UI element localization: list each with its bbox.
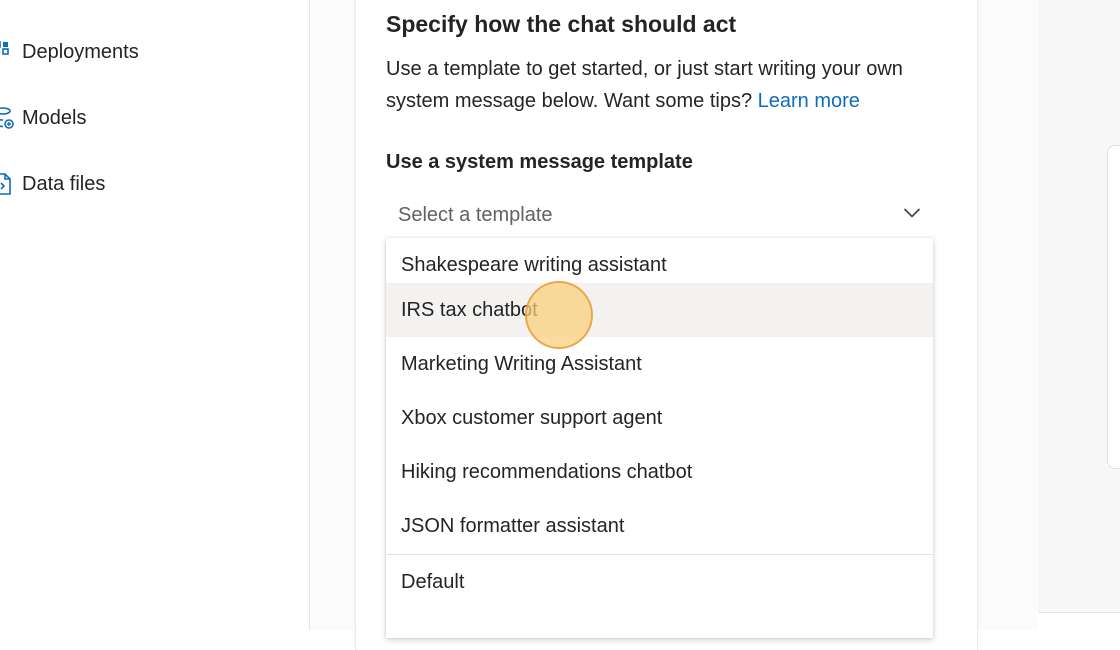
template-option-label: Marketing Writing Assistant [401,353,642,375]
sidebar-item-label: Models [22,107,87,129]
template-field-label: Use a system message template [386,151,693,173]
template-options-listbox: Shakespeare writing assistant IRS tax ch… [386,238,933,638]
system-message-card: Specify how the chat should act Use a te… [355,0,978,650]
section-description: Use a template to get started, or just s… [386,53,946,117]
template-option-label: IRS tax chatbot [401,299,538,321]
sidebar-item-label: Data files [22,173,106,195]
right-panel-card [1107,145,1120,469]
template-option-label: Xbox customer support agent [401,407,663,429]
template-option-label: Hiking recommendations chatbot [401,461,693,483]
chevron-down-icon [903,208,921,218]
section-title: Specify how the chat should act [386,11,737,37]
template-option[interactable]: Hiking recommendations chatbot [386,445,933,499]
template-option-label: Default [401,571,465,593]
learn-more-link[interactable]: Learn more [758,90,860,112]
template-option[interactable]: Xbox customer support agent [386,391,933,445]
deployments-icon [0,41,9,55]
template-dropdown[interactable]: Select a template [386,192,933,239]
template-option[interactable]: Marketing Writing Assistant [386,337,933,391]
template-option-label: JSON formatter assistant [401,515,625,537]
data-files-icon [0,173,11,195]
right-panel-footer [1038,612,1120,631]
template-option-default[interactable]: Default [386,555,933,609]
models-icon [0,107,14,129]
sidebar-item-label: Deployments [22,41,139,63]
template-option[interactable]: IRS tax chatbot [386,283,933,337]
left-navigation: Deployments Models Data files [0,0,310,630]
template-dropdown-placeholder: Select a template [398,204,553,226]
template-option[interactable]: JSON formatter assistant [386,499,933,553]
